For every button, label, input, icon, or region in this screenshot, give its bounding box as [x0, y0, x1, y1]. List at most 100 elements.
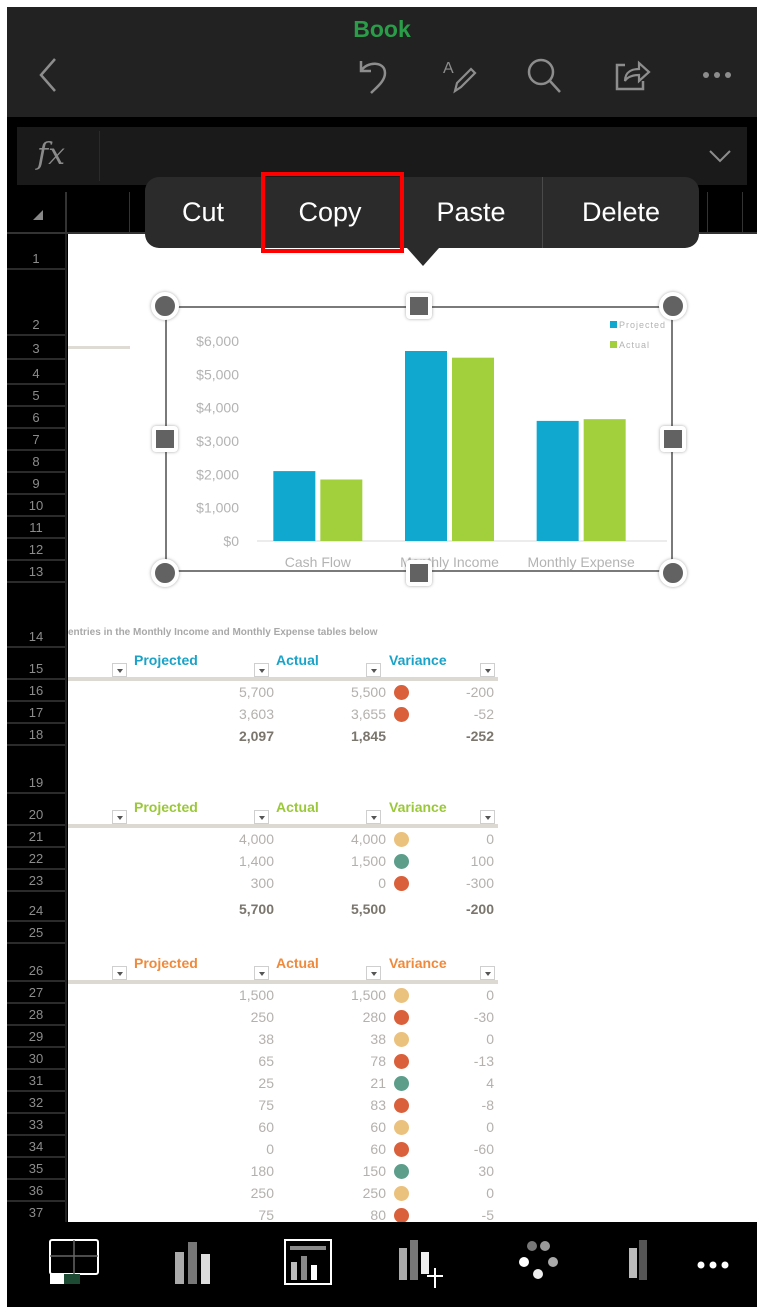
- row-header[interactable]: 8: [7, 451, 65, 473]
- sheet-grid-icon[interactable]: [47, 1238, 103, 1288]
- undo-icon[interactable]: [351, 53, 395, 97]
- row-header[interactable]: 33: [7, 1114, 65, 1136]
- row-header[interactable]: 7: [7, 429, 65, 451]
- row-header[interactable]: 1: [7, 234, 65, 270]
- table-row[interactable]: 250 250 0: [68, 1182, 498, 1204]
- chart-styles-icon[interactable]: [512, 1238, 568, 1288]
- row-header[interactable]: 17: [7, 702, 65, 724]
- row-header[interactable]: 23: [7, 870, 65, 892]
- row-header[interactable]: 22: [7, 848, 65, 870]
- row-header[interactable]: 13: [7, 561, 65, 583]
- table-row[interactable]: 1,500 1,500 0: [68, 984, 498, 1006]
- filter-dropdown-button[interactable]: [112, 663, 127, 677]
- row-header[interactable]: 18: [7, 724, 65, 746]
- row-header[interactable]: 3: [7, 336, 65, 360]
- resize-handle-top-left[interactable]: [151, 292, 179, 320]
- filter-dropdown-button[interactable]: [112, 810, 127, 824]
- filter-dropdown-button[interactable]: [254, 966, 269, 980]
- resize-handle-right[interactable]: [660, 426, 686, 452]
- resize-handle-top-right[interactable]: [659, 292, 687, 320]
- row-header[interactable]: 10: [7, 495, 65, 517]
- column-header-actual: Actual: [276, 652, 319, 668]
- row-header[interactable]: 20: [7, 794, 65, 826]
- filter-dropdown-button[interactable]: [254, 663, 269, 677]
- table-row[interactable]: 3,603 3,655 -52: [68, 703, 498, 725]
- row-header[interactable]: 2: [7, 270, 65, 336]
- resize-handle-bottom[interactable]: [406, 560, 432, 586]
- resize-handle-top[interactable]: [406, 293, 432, 319]
- paste-button[interactable]: Paste: [399, 177, 543, 248]
- filter-dropdown-button[interactable]: [254, 810, 269, 824]
- share-icon[interactable]: [609, 53, 653, 97]
- filter-dropdown-button[interactable]: [366, 810, 381, 824]
- draw-icon[interactable]: A: [437, 53, 481, 97]
- row-header[interactable]: 5: [7, 385, 65, 407]
- table-row[interactable]: 250 280 -30: [68, 1006, 498, 1028]
- table-row[interactable]: 60 60 0: [68, 1116, 498, 1138]
- table-row[interactable]: 300 0 -300: [68, 872, 498, 894]
- row-header[interactable]: 21: [7, 826, 65, 848]
- cell-variance: -13: [473, 1053, 494, 1069]
- table-row[interactable]: 4,000 4,000 0: [68, 828, 498, 850]
- row-header[interactable]: 14: [7, 583, 65, 648]
- table-total-row[interactable]: 5,700 5,500 -200: [68, 898, 498, 920]
- row-header[interactable]: 12: [7, 539, 65, 561]
- search-icon[interactable]: [522, 53, 566, 97]
- row-header[interactable]: 32: [7, 1092, 65, 1114]
- row-header[interactable]: 9: [7, 473, 65, 495]
- filter-dropdown-button[interactable]: [480, 810, 495, 824]
- toolbar-more-button[interactable]: [669, 1222, 757, 1307]
- filter-dropdown-button[interactable]: [366, 966, 381, 980]
- row-header[interactable]: 6: [7, 407, 65, 429]
- row-header[interactable]: 4: [7, 360, 65, 385]
- table-row[interactable]: 65 78 -13: [68, 1050, 498, 1072]
- chevron-down-icon[interactable]: [707, 143, 733, 169]
- row-header[interactable]: 28: [7, 1004, 65, 1026]
- row-header[interactable]: 30: [7, 1048, 65, 1070]
- table-row[interactable]: 38 38 0: [68, 1028, 498, 1050]
- delete-button[interactable]: Delete: [543, 177, 699, 248]
- table-row[interactable]: 0 60 -60: [68, 1138, 498, 1160]
- filter-dropdown-button[interactable]: [480, 663, 495, 677]
- resize-handle-left[interactable]: [152, 426, 178, 452]
- resize-handle-bottom-right[interactable]: [659, 559, 687, 587]
- add-chart-element-icon[interactable]: [397, 1238, 453, 1288]
- chart-layout-icon[interactable]: [283, 1238, 339, 1288]
- row-header[interactable]: 35: [7, 1158, 65, 1180]
- row-header[interactable]: 15: [7, 648, 65, 680]
- row-header[interactable]: 27: [7, 982, 65, 1004]
- row-header[interactable]: 36: [7, 1180, 65, 1202]
- cut-button[interactable]: Cut: [145, 177, 261, 248]
- x-tick-label: Monthly Expense: [527, 554, 635, 570]
- table-total-row[interactable]: 2,097 1,845 -252: [68, 725, 498, 747]
- row-header[interactable]: 16: [7, 680, 65, 702]
- table-row[interactable]: 1,400 1,500 100: [68, 850, 498, 872]
- table-row[interactable]: 5,700 5,500 -200: [68, 681, 498, 703]
- row-header[interactable]: 26: [7, 944, 65, 982]
- filter-dropdown-button[interactable]: [366, 663, 381, 677]
- select-all-corner[interactable]: [7, 192, 67, 232]
- filter-dropdown-button[interactable]: [480, 966, 495, 980]
- table-row[interactable]: 25 21 4: [68, 1072, 498, 1094]
- chart[interactable]: $0 $1,000 $2,000 $3,000 $4,000 $5,000 $6,000 Ca…: [165, 306, 673, 572]
- chart-icon[interactable]: [167, 1238, 223, 1288]
- table-row[interactable]: 75 80 -5: [68, 1204, 498, 1222]
- cell-projected: 3,603: [238, 706, 274, 722]
- worksheet[interactable]: $0 $1,000 $2,000 $3,000 $4,000 $5,000 $6,000 Ca…: [68, 234, 757, 1222]
- table-row[interactable]: 180 150 30: [68, 1160, 498, 1182]
- row-header[interactable]: 37: [7, 1202, 65, 1224]
- resize-handle-bottom-left[interactable]: [151, 559, 179, 587]
- row-header[interactable]: 24: [7, 892, 65, 922]
- row-header[interactable]: 34: [7, 1136, 65, 1158]
- filter-dropdown-button[interactable]: [112, 966, 127, 980]
- back-icon[interactable]: [27, 53, 71, 97]
- table-row[interactable]: 75 83 -8: [68, 1094, 498, 1116]
- row-header[interactable]: 19: [7, 746, 65, 794]
- status-indicator-negative: [394, 1208, 409, 1222]
- cell-variance: 30: [478, 1163, 494, 1179]
- row-header[interactable]: 25: [7, 922, 65, 944]
- row-header[interactable]: 31: [7, 1070, 65, 1092]
- row-header[interactable]: 11: [7, 517, 65, 539]
- more-icon[interactable]: [695, 53, 739, 97]
- row-header[interactable]: 29: [7, 1026, 65, 1048]
